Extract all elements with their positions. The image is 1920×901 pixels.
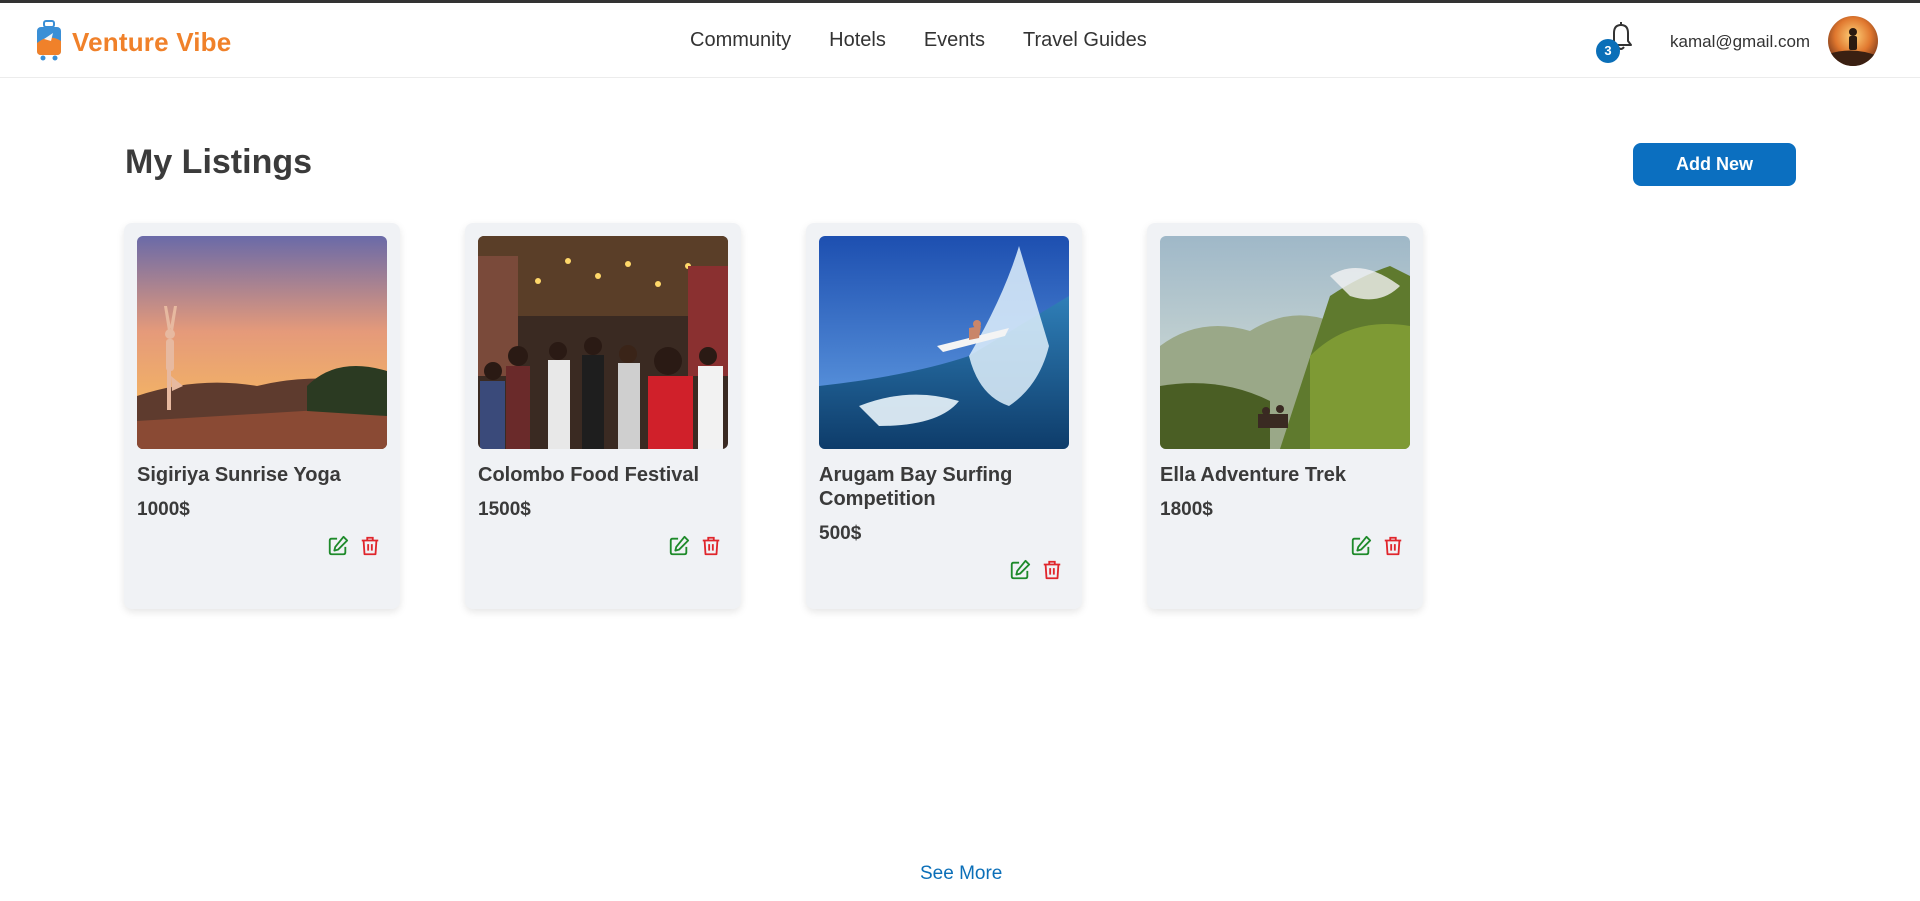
edit-icon[interactable] bbox=[1009, 559, 1031, 581]
main-nav: Community Hotels Events Travel Guides bbox=[690, 29, 1185, 52]
notification-badge: 3 bbox=[1596, 39, 1620, 63]
listing-title: Sigiriya Sunrise Yoga bbox=[137, 464, 341, 486]
edit-icon[interactable] bbox=[1350, 535, 1372, 557]
listing-price: 1500$ bbox=[478, 499, 531, 520]
brand-name: Venture Vibe bbox=[72, 26, 232, 57]
nav-travel-guides[interactable]: Travel Guides bbox=[1023, 29, 1147, 52]
listing-card: Colombo Food Festival 1500$ bbox=[465, 223, 741, 609]
listing-actions bbox=[819, 559, 1069, 581]
listing-image-trek[interactable] bbox=[1160, 236, 1410, 449]
delete-icon[interactable] bbox=[359, 535, 381, 557]
brand-logo[interactable]: Venture Vibe bbox=[34, 19, 231, 61]
nav-events[interactable]: Events bbox=[924, 29, 985, 52]
listing-title: Colombo Food Festival bbox=[478, 464, 700, 486]
listing-actions bbox=[1160, 535, 1410, 557]
user-email: kamal@gmail.com bbox=[1670, 32, 1811, 51]
nav-community[interactable]: Community bbox=[690, 29, 791, 52]
suitcase-logo-icon bbox=[37, 20, 61, 61]
avatar[interactable] bbox=[1828, 16, 1878, 66]
edit-icon[interactable] bbox=[327, 535, 349, 557]
listing-card: Sigiriya Sunrise Yoga 1000$ bbox=[124, 223, 400, 609]
top-header: Venture Vibe Community Hotels Events Tra… bbox=[0, 3, 1920, 78]
listing-title: Ella Adventure Trek bbox=[1160, 464, 1346, 486]
listing-actions bbox=[478, 535, 728, 557]
listing-cards: Sigiriya Sunrise Yoga 1000$ Colombo Food… bbox=[124, 223, 1488, 609]
page-title: My Listings bbox=[125, 143, 313, 181]
avatar-image bbox=[1828, 16, 1878, 66]
listing-card: Ella Adventure Trek 1800$ bbox=[1147, 223, 1423, 609]
listing-price: 1000$ bbox=[137, 499, 190, 520]
add-new-button[interactable]: Add New bbox=[1633, 143, 1796, 186]
nav-hotels[interactable]: Hotels bbox=[829, 29, 886, 52]
listing-title: Arugam Bay Surfing Competition bbox=[819, 464, 1013, 510]
listing-image-surfing[interactable] bbox=[819, 236, 1069, 449]
listing-actions bbox=[137, 535, 387, 557]
edit-icon[interactable] bbox=[668, 535, 690, 557]
delete-icon[interactable] bbox=[1041, 559, 1063, 581]
listing-price: 1800$ bbox=[1160, 499, 1213, 520]
listing-image-yoga[interactable] bbox=[137, 236, 387, 449]
delete-icon[interactable] bbox=[1382, 535, 1404, 557]
listing-image-food-festival[interactable] bbox=[478, 236, 728, 449]
see-more-link[interactable]: See More bbox=[920, 863, 1002, 885]
delete-icon[interactable] bbox=[700, 535, 722, 557]
listing-card: Arugam Bay Surfing Competition 500$ bbox=[806, 223, 1082, 609]
listing-price: 500$ bbox=[819, 523, 862, 544]
